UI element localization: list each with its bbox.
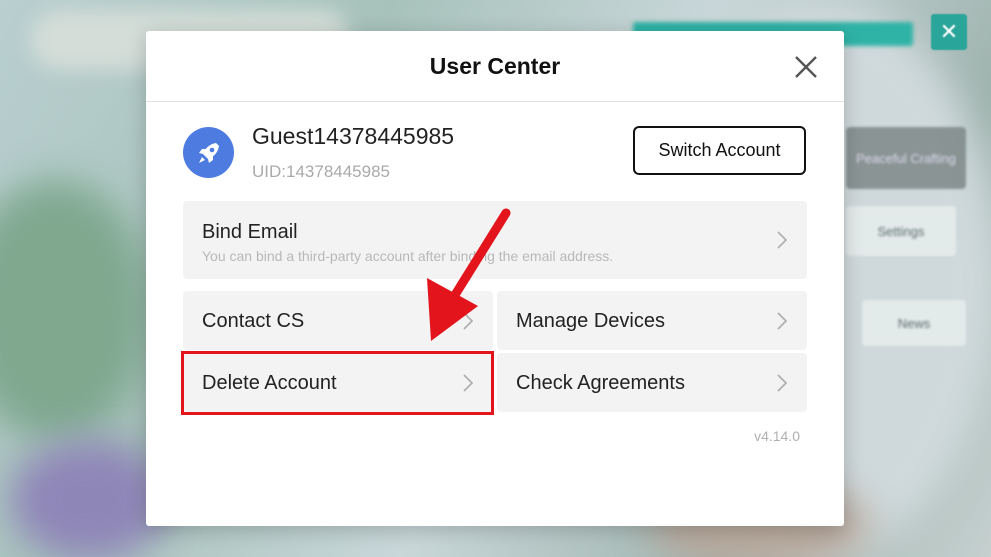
manage-devices-label: Manage Devices	[516, 310, 665, 332]
avatar	[183, 127, 234, 178]
bind-email-description: You can bind a third-party account after…	[202, 248, 614, 264]
check-agreements-label: Check Agreements	[516, 372, 685, 394]
bind-email-label: Bind Email	[202, 221, 298, 243]
background-close-icon: ✕	[931, 14, 967, 50]
delete-account-label: Delete Account	[202, 372, 337, 394]
chevron-right-icon	[777, 231, 787, 249]
user-center-dialog: User Center Guest14378445985 UID:1437844…	[146, 31, 844, 526]
close-button[interactable]	[792, 53, 820, 81]
contact-cs-label: Contact CS	[202, 310, 305, 332]
delete-account-card[interactable]: Delete Account	[183, 353, 493, 412]
user-id: UID:14378445985	[252, 162, 391, 181]
version-label: v4.14.0	[754, 428, 800, 444]
background-button-label: News	[897, 315, 931, 331]
background-button-label: Settings	[877, 223, 925, 239]
rocket-icon	[198, 142, 219, 163]
chevron-right-icon	[463, 374, 473, 392]
username: Guest14378445985	[252, 123, 455, 149]
chevron-right-icon	[463, 312, 473, 330]
check-agreements-card[interactable]: Check Agreements	[497, 353, 807, 412]
dialog-title: User Center	[429, 53, 561, 79]
chevron-right-icon	[777, 374, 787, 392]
background-blob	[0, 180, 150, 440]
background-button-settings: Settings	[846, 206, 956, 256]
background-button-news: News	[862, 300, 966, 346]
dialog-header: User Center	[146, 31, 844, 102]
switch-account-button[interactable]: Switch Account	[633, 126, 806, 175]
close-icon	[795, 56, 817, 78]
background-button-crafting: Peaceful Crafting	[846, 127, 966, 189]
background-button-label: Peaceful Crafting	[856, 150, 956, 166]
contact-cs-card[interactable]: Contact CS	[183, 291, 493, 350]
chevron-right-icon	[777, 312, 787, 330]
bind-email-card[interactable]: Bind Email You can bind a third-party ac…	[183, 201, 807, 279]
manage-devices-card[interactable]: Manage Devices	[497, 291, 807, 350]
